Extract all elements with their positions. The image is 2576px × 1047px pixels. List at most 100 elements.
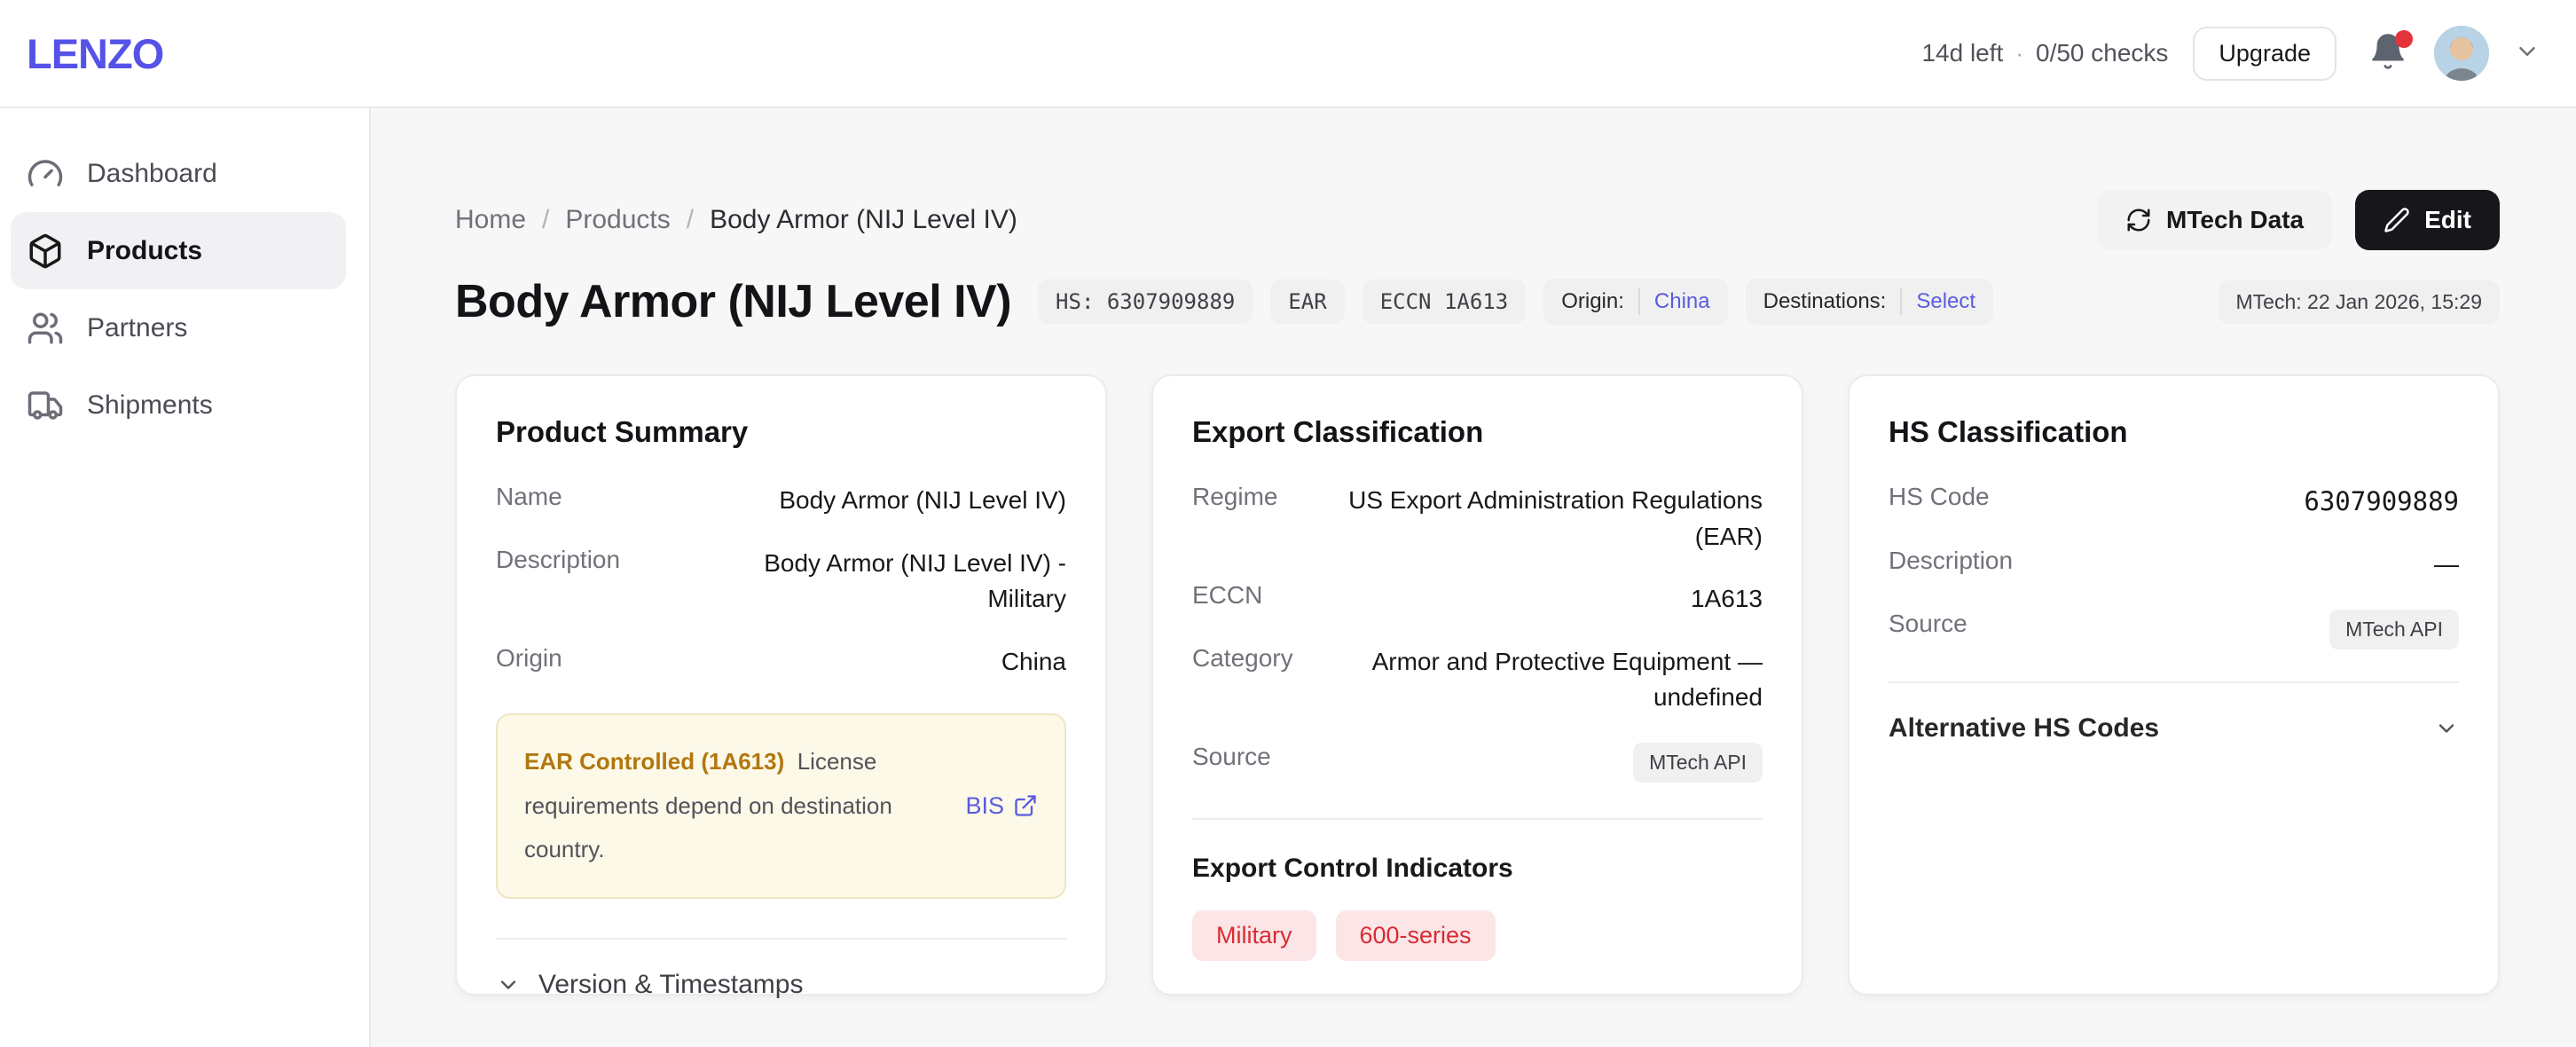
row-value: Body Armor (NIJ Level IV) - Military [747, 546, 1066, 618]
row-value: — [2434, 547, 2459, 583]
source-badge: MTech API [1633, 743, 1763, 783]
destinations-badge: Destinations: Select [1746, 279, 1993, 325]
chevron-down-icon [496, 972, 521, 997]
eccn-badge: ECCN 1A613 [1363, 279, 1527, 324]
notifications-button[interactable] [2368, 32, 2409, 75]
pencil-icon [2384, 207, 2410, 233]
user-avatar[interactable] [2434, 26, 2489, 81]
hs-code-row: HS Code 6307909889 [1889, 483, 2459, 520]
card-title: Product Summary [496, 415, 1066, 449]
origin-badge: Origin: China [1543, 279, 1727, 325]
source-row: Source MTech API [1192, 743, 1763, 783]
sidebar: Dashboard Products Partners Shipments [0, 108, 371, 1047]
mtech-data-button[interactable]: MTech Data [2097, 190, 2332, 250]
breadcrumb: Home / Products / Body Armor (NIJ Level … [455, 205, 1017, 235]
row-value: 6307909889 [2304, 483, 2459, 520]
row-label: Source [1192, 743, 1271, 771]
ear-warning-box: EAR Controlled (1A613) License requireme… [496, 713, 1066, 898]
bis-link[interactable]: BIS [965, 792, 1038, 820]
user-menu-caret[interactable] [2514, 38, 2541, 69]
upgrade-button[interactable]: Upgrade [2193, 27, 2336, 81]
name-row: Name Body Armor (NIJ Level IV) [496, 483, 1066, 519]
edit-label: Edit [2424, 206, 2471, 234]
row-label: Name [496, 483, 562, 511]
mtech-timestamp-badge: MTech: 22 Jan 2026, 15:29 [2219, 280, 2500, 324]
row-label: Category [1192, 644, 1293, 673]
row-value: Body Armor (NIJ Level IV) [779, 483, 1066, 519]
avatar-image [2434, 26, 2489, 81]
breadcrumb-current: Body Armor (NIJ Level IV) [710, 205, 1017, 235]
chip-divider [1638, 288, 1640, 315]
card-title: HS Classification [1889, 415, 2459, 449]
hs-code-badge: HS: 6307909889 [1038, 279, 1253, 324]
origin-value-link[interactable]: China [1654, 289, 1710, 314]
product-summary-card: Product Summary Name Body Armor (NIJ Lev… [455, 374, 1107, 996]
chip-divider [1900, 288, 1902, 315]
row-label: ECCN [1192, 581, 1262, 610]
mtech-data-label: MTech Data [2166, 206, 2304, 234]
checks-count: 0/50 checks [2036, 39, 2168, 67]
gauge-icon [27, 155, 64, 193]
title-row: Body Armor (NIJ Level IV) HS: 6307909889… [455, 275, 2500, 328]
row-label: Origin [496, 644, 562, 673]
users-icon [27, 310, 64, 347]
version-timestamps-accordion[interactable]: Version & Timestamps [496, 970, 1066, 1000]
sidebar-item-label: Partners [87, 313, 187, 343]
row-label: Description [496, 546, 620, 574]
origin-label: Origin: [1561, 289, 1624, 314]
sidebar-item-dashboard[interactable]: Dashboard [11, 135, 346, 212]
package-icon [27, 232, 64, 270]
sidebar-item-label: Dashboard [87, 159, 217, 189]
row-value: China [1001, 644, 1066, 681]
dot-separator: · [2015, 40, 2023, 67]
card-title: Export Classification [1192, 415, 1763, 449]
row-label: Description [1889, 547, 2013, 575]
truck-icon [27, 387, 64, 424]
card-divider [1889, 681, 2459, 683]
topbar-right: 14d left · 0/50 checks Upgrade [1921, 26, 2541, 81]
notification-dot [2395, 30, 2413, 48]
topbar: LENZO 14d left · 0/50 checks Upgrade [0, 0, 2576, 108]
breadcrumb-products[interactable]: Products [565, 205, 670, 235]
ear-badge: EAR [1270, 279, 1344, 324]
sidebar-item-products[interactable]: Products [11, 212, 346, 289]
breadcrumb-separator: / [687, 205, 694, 235]
source-row: Source MTech API [1889, 610, 2459, 649]
warning-strong: EAR Controlled (1A613) [524, 748, 797, 775]
trial-days-left: 14d left [1921, 39, 2003, 67]
title-badges: HS: 6307909889 EAR ECCN 1A613 Origin: Ch… [1038, 279, 1993, 325]
accordion-label: Alternative HS Codes [1889, 713, 2159, 744]
trial-info: 14d left · 0/50 checks [1921, 39, 2168, 67]
edit-button[interactable]: Edit [2355, 190, 2500, 250]
warning-text: EAR Controlled (1A613) License requireme… [524, 740, 894, 871]
destinations-select-link[interactable]: Select [1916, 289, 1975, 314]
bis-link-label: BIS [965, 792, 1004, 820]
regime-row: Regime US Export Administration Regulati… [1192, 483, 1763, 555]
indicators-heading: Export Control Indicators [1192, 854, 1763, 884]
sidebar-item-partners[interactable]: Partners [11, 289, 346, 366]
main-content: Home / Products / Body Armor (NIJ Level … [371, 108, 2576, 1047]
indicator-badge-600-series: 600-series [1336, 910, 1496, 961]
accordion-label: Version & Timestamps [538, 970, 803, 1000]
origin-row: Origin China [496, 644, 1066, 681]
category-row: Category Armor and Protective Equipment … [1192, 644, 1763, 716]
row-label: Regime [1192, 483, 1277, 511]
refresh-icon [2125, 207, 2152, 233]
app-logo: LENZO [27, 29, 163, 78]
breadcrumb-row: Home / Products / Body Armor (NIJ Level … [455, 190, 2500, 250]
chevron-down-icon [2514, 38, 2541, 65]
description-row: Description — [1889, 547, 2459, 583]
alternative-hs-codes-accordion[interactable]: Alternative HS Codes [1889, 713, 2459, 744]
row-label: Source [1889, 610, 1967, 638]
destinations-label: Destinations: [1763, 289, 1887, 314]
description-row: Description Body Armor (NIJ Level IV) - … [496, 546, 1066, 618]
sidebar-item-shipments[interactable]: Shipments [11, 366, 346, 444]
row-value: Armor and Protective Equipment — undefin… [1352, 644, 1763, 716]
eccn-row: ECCN 1A613 [1192, 581, 1763, 618]
card-divider [496, 938, 1066, 940]
sidebar-item-label: Products [87, 236, 202, 266]
breadcrumb-home[interactable]: Home [455, 205, 526, 235]
hs-classification-card: HS Classification HS Code 6307909889 Des… [1848, 374, 2500, 996]
external-link-icon [1013, 793, 1038, 818]
indicators-row: Military 600-series [1192, 910, 1763, 961]
